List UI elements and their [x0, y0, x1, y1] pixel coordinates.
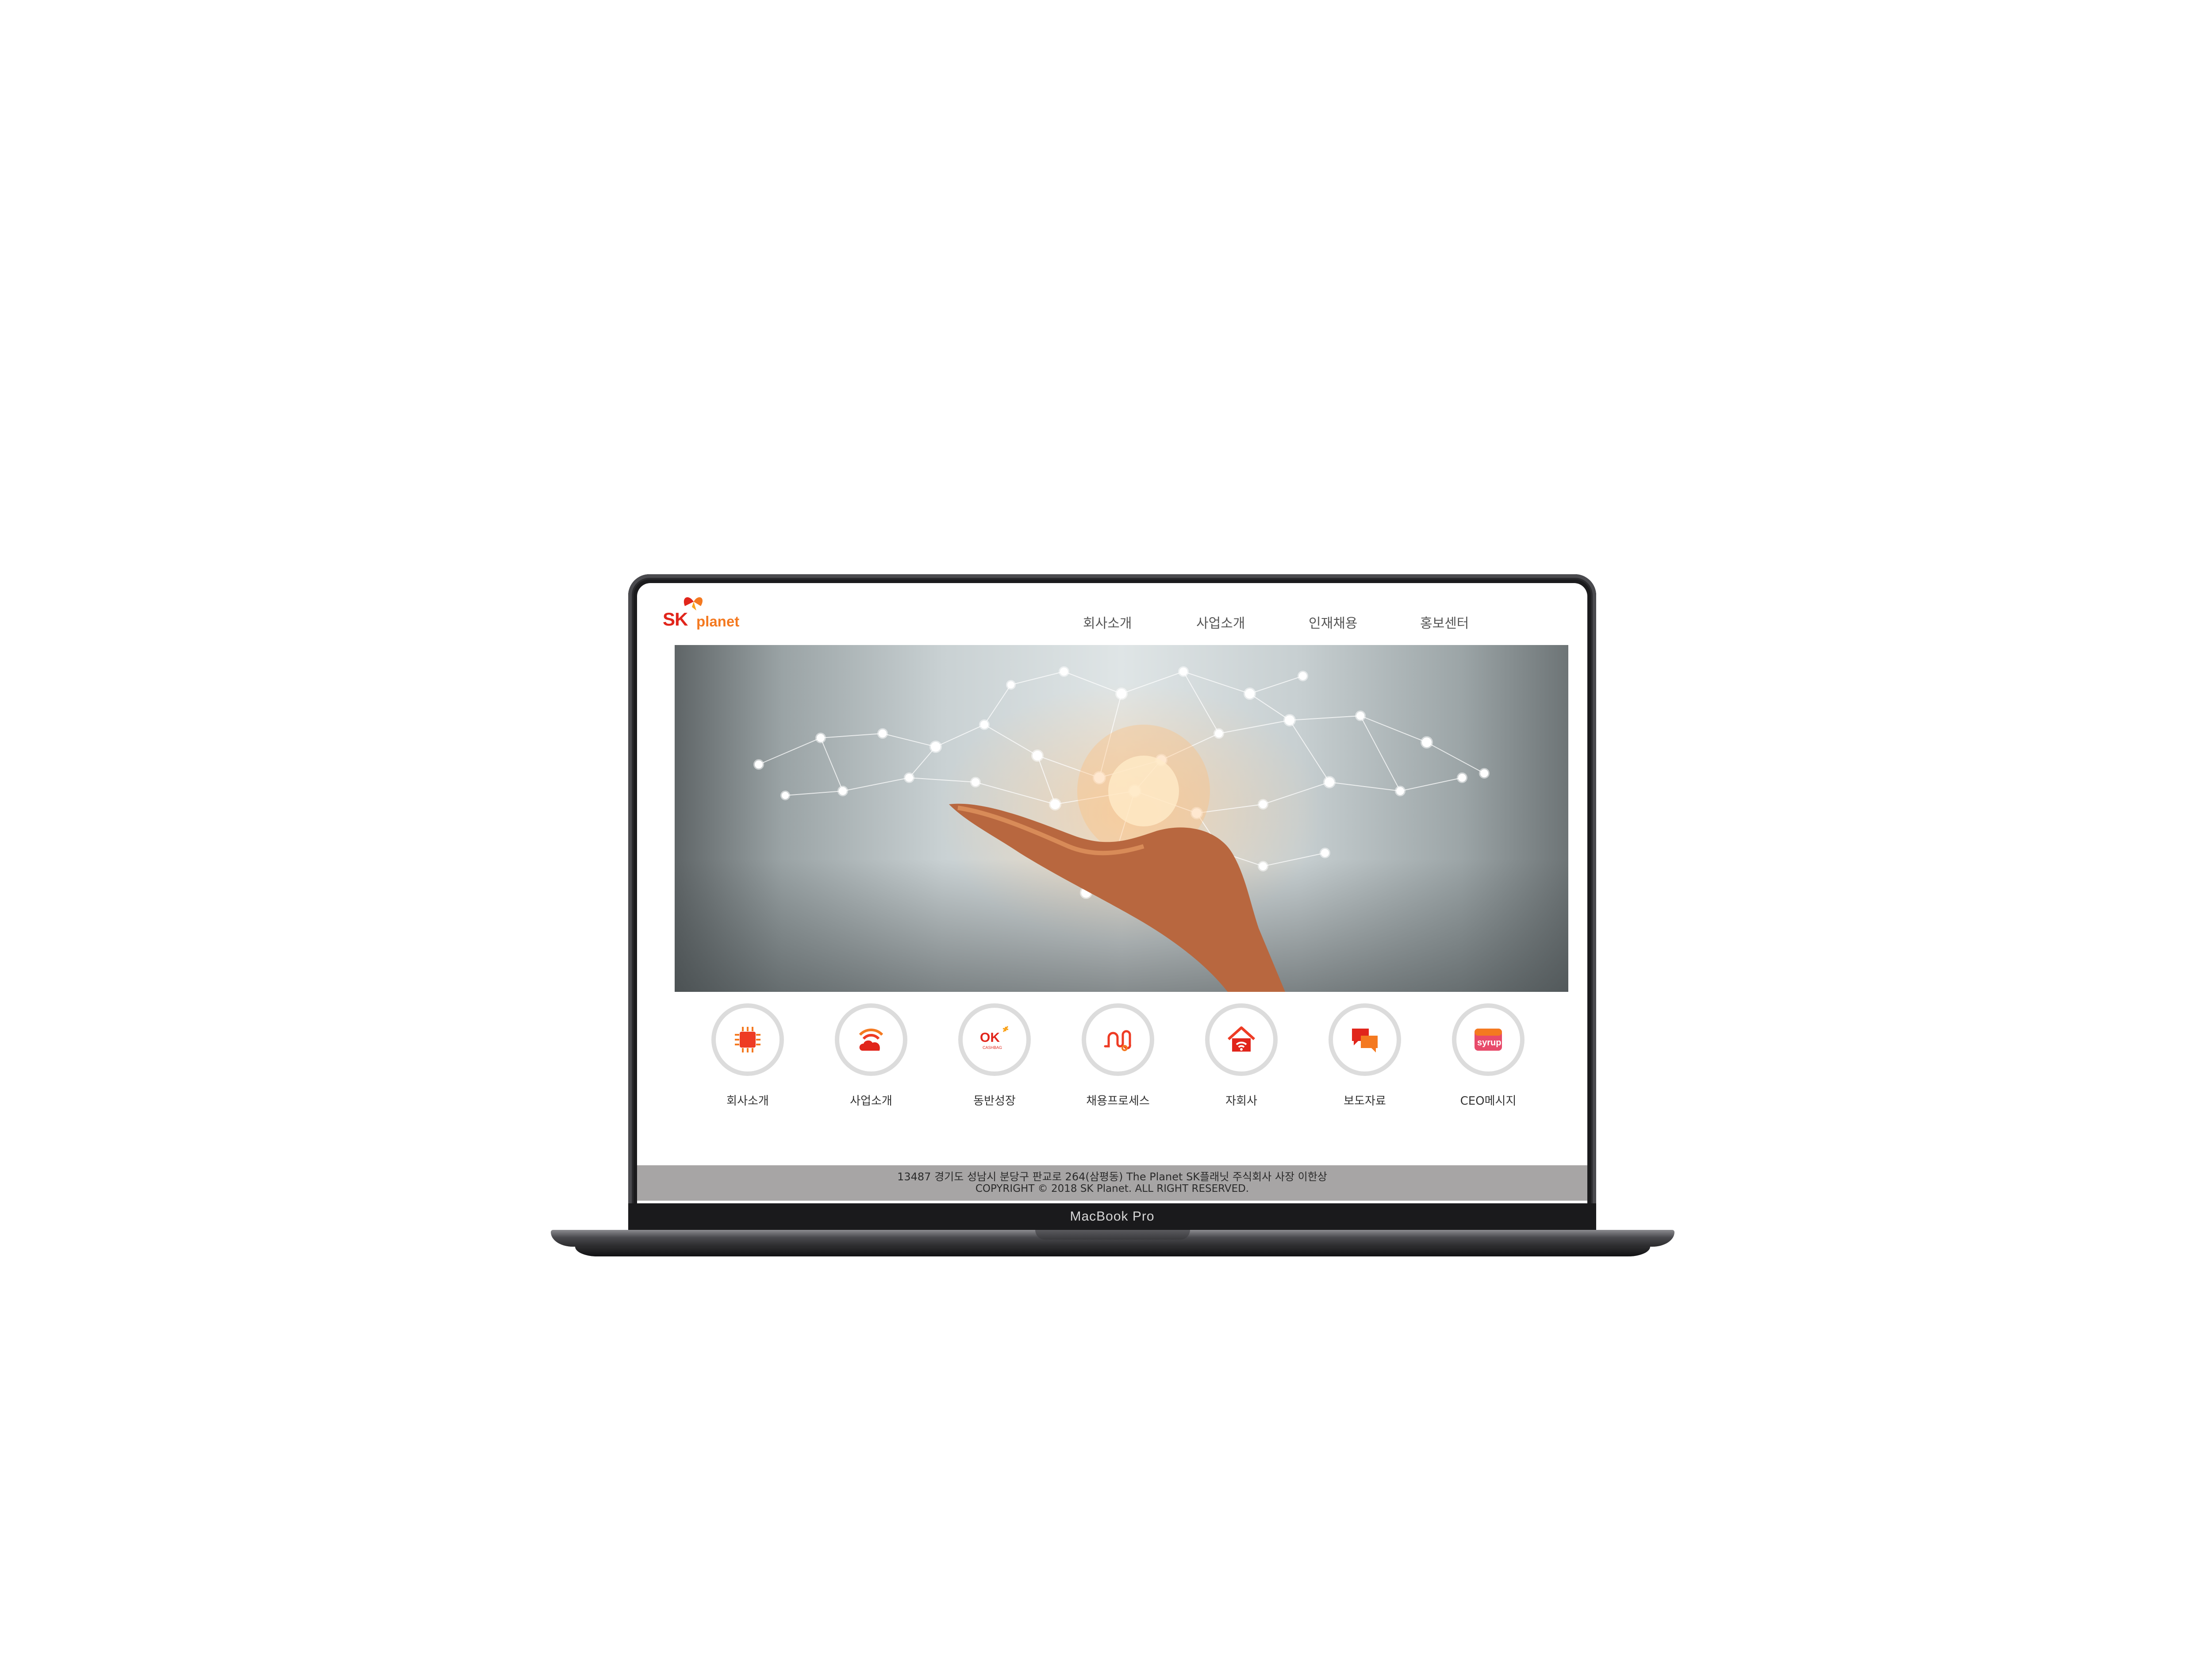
tile-partnership[interactable]: OK CASHBAG 동반성장	[953, 1003, 1041, 1123]
syrup-icon: syrup	[1475, 1029, 1502, 1051]
tile-recruit-process-circle	[1082, 1003, 1154, 1076]
chat-bubbles-icon	[1352, 1029, 1378, 1052]
tile-recruit-process-label: 채용프로세스	[1086, 1094, 1150, 1108]
hero-banner	[675, 645, 1568, 992]
tile-partnership-label: 동반성장	[973, 1094, 1016, 1108]
logo-planet-text: planet	[696, 613, 740, 630]
tile-company-circle	[711, 1003, 784, 1076]
sk-planet-logo[interactable]: SK planet	[663, 593, 751, 633]
cloud-wifi-icon	[859, 1029, 883, 1051]
syrup-badge-text: syrup	[1477, 1038, 1501, 1048]
ok-badge-text: OK	[980, 1030, 1000, 1045]
main-nav: 회사소개 사업소개 인재채용 홍보센터	[1056, 612, 1587, 634]
tile-business-circle	[835, 1003, 907, 1076]
tile-ceo-message-circle: syrup	[1452, 1003, 1525, 1076]
nav-item-company[interactable]: 회사소개	[1083, 612, 1132, 632]
device-model-label: MacBook Pro	[1070, 1209, 1155, 1224]
nav-item-careers[interactable]: 인재채용	[1309, 612, 1357, 632]
flow-path-icon	[1104, 1030, 1131, 1051]
chip-icon	[735, 1027, 760, 1052]
network-graphic	[753, 666, 1490, 992]
nav-item-pr[interactable]: 홍보센터	[1420, 612, 1469, 632]
tile-company-label: 회사소개	[726, 1094, 769, 1108]
tile-subsidiaries-circle	[1205, 1003, 1278, 1076]
tile-ceo-message-label: CEO메시지	[1460, 1094, 1517, 1108]
tile-company[interactable]: 회사소개	[706, 1003, 795, 1123]
tile-business[interactable]: 사업소개	[830, 1003, 918, 1123]
tile-subsidiaries-label: 자회사	[1225, 1094, 1257, 1108]
laptop-screen: SK planet 회사소개 사업소개 인재채용 홍보센터 회사소개 사업소개 …	[637, 583, 1587, 1219]
laptop-base-shadow	[575, 1247, 1650, 1256]
footer-copyright: COPYRIGHT © 2018 SK Planet. ALL RIGHT RE…	[975, 1183, 1249, 1194]
cashbag-badge-text: CASHBAG	[983, 1045, 1002, 1050]
tile-recruit-process[interactable]: 채용프로세스	[1076, 1003, 1165, 1123]
logo-sk-text: SK	[663, 609, 688, 630]
tile-ceo-message[interactable]: syrup CEO메시지	[1447, 1003, 1535, 1123]
tile-subsidiaries[interactable]: 자회사	[1200, 1003, 1288, 1123]
shortcut-tiles: 회사소개 사업소개 OK CASHBAG 동반성장 채용프로세스 자회사 보도자…	[637, 1003, 1587, 1132]
site-footer: 13487 경기도 성남시 분당구 판교로 264(삼평동) The Plane…	[637, 1165, 1587, 1201]
house-wifi-icon	[1227, 1026, 1256, 1052]
ok-cashbag-icon: OK CASHBAG	[980, 1026, 1009, 1050]
tile-press-circle	[1329, 1003, 1401, 1076]
tile-press-label: 보도자료	[1344, 1094, 1386, 1108]
tile-business-label: 사업소개	[850, 1094, 892, 1108]
nav-item-business[interactable]: 사업소개	[1196, 612, 1245, 632]
tile-press[interactable]: 보도자료	[1323, 1003, 1412, 1123]
tile-partnership-circle: OK CASHBAG	[958, 1003, 1031, 1076]
footer-address: 13487 경기도 성남시 분당구 판교로 264(삼평동) The Plane…	[897, 1171, 1327, 1183]
laptop-opening-notch	[1035, 1230, 1190, 1240]
